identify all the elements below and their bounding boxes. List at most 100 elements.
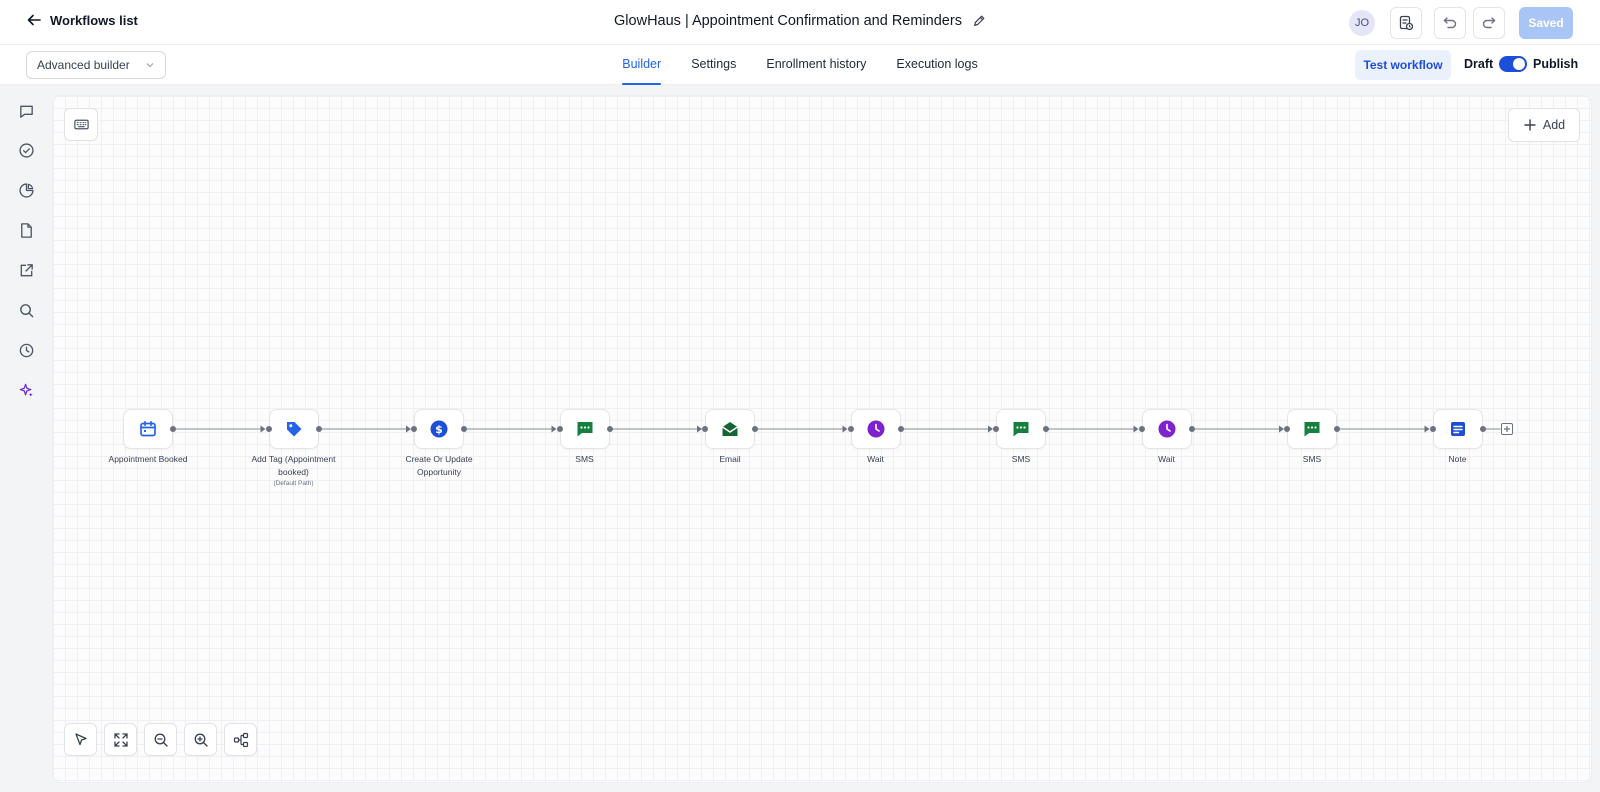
sms-icon [575,419,595,439]
external-link-icon[interactable] [16,260,36,280]
user-avatar[interactable]: JO [1349,10,1375,36]
node-input-handle[interactable] [847,426,854,432]
fit-view-icon [113,732,128,747]
zoom-in-icon [194,733,208,747]
zoom-in-button[interactable] [184,723,217,756]
note-icon [1448,419,1468,439]
node-output-handle[interactable] [461,426,467,432]
select-pointer-icon [74,732,87,745]
draft-label: Draft [1464,57,1494,71]
undo-icon [1443,17,1457,29]
version-history-button[interactable] [1390,7,1422,39]
publish-toggle[interactable] [1499,56,1527,72]
top-header: Workflows list GlowHaus | Appointment Co… [0,0,1600,45]
node-input-handle[interactable] [702,426,708,432]
add-step-icon[interactable] [1500,423,1513,435]
sms-icon [1302,419,1322,439]
workflow-node[interactable] [850,409,901,449]
workflow-node-label: Appointment Booked [93,453,203,466]
toggle-knob [1513,58,1525,70]
zoom-out-button[interactable] [144,723,177,756]
publish-label: Publish [1533,57,1579,71]
workflow-node[interactable]: $ [414,409,464,449]
clock-icon [1157,419,1177,439]
zoom-out-icon [154,733,168,747]
document-history-icon [1399,15,1414,31]
workflow-node-label: Create Or Update Opportunity [384,453,494,479]
tab-execution-logs[interactable]: Execution logs [896,45,977,85]
node-label-text: Wait [867,454,884,464]
saved-button[interactable]: Saved [1519,7,1573,39]
node-label-text: Note [1448,454,1467,464]
node-label-text: SMS [1011,454,1031,464]
node-output-handle[interactable] [606,426,613,432]
check-circle-icon[interactable] [16,140,36,160]
email-icon [720,419,740,439]
node-output-handle[interactable] [1334,426,1340,432]
workflow-canvas[interactable]: Add Appointment Booked Add Tag (Appointme… [53,96,1591,782]
workflow-node[interactable] [996,409,1046,449]
chat-icon[interactable] [16,101,36,121]
workflow-node-label: Add Tag (Appointment booked) (Default Pat… [239,453,349,489]
workflow-node[interactable] [1432,409,1483,449]
search-icon[interactable] [16,300,36,320]
node-output-handle[interactable] [752,426,758,432]
workflow-node[interactable] [1141,409,1192,449]
node-input-handle[interactable] [1138,426,1145,432]
node-output-handle[interactable] [315,426,322,432]
redo-icon [1482,17,1496,29]
connector-arrow [1133,425,1139,433]
node-output-handle[interactable] [897,426,904,432]
left-sidebar [0,86,52,792]
workflow-node[interactable] [559,409,610,449]
tab-settings[interactable]: Settings [691,45,736,85]
workflow-node[interactable] [268,409,319,449]
connector-arrow [842,425,848,433]
node-label-text: SMS [1302,454,1322,464]
history-icon[interactable] [16,340,36,360]
workflow-node-label: Wait [1112,453,1222,466]
document-icon[interactable] [16,220,36,240]
tab-builder[interactable]: Builder [622,45,661,85]
node-sublabel: (Default Path) [273,480,314,487]
node-output-handle[interactable] [170,426,176,432]
fit-view-button[interactable] [104,723,137,756]
node-input-handle[interactable] [1429,426,1436,432]
tag-icon [284,419,304,439]
workflow-node-label: Wait [821,453,931,466]
workflow-node[interactable] [123,409,173,449]
connector-arrow [1424,425,1430,433]
test-workflow-button[interactable]: Test workflow [1355,50,1451,80]
node-label-text: Email [719,454,741,464]
connector-arrow [551,425,557,433]
connector-arrow [260,425,266,433]
tab-enrollment-history[interactable]: Enrollment history [766,45,866,85]
workflow-node[interactable] [1287,409,1337,449]
node-output-handle[interactable] [1479,426,1486,432]
redo-button[interactable] [1473,7,1505,39]
node-input-handle[interactable] [1284,426,1290,432]
auto-layout-button[interactable] [224,723,257,756]
node-input-handle[interactable] [556,426,563,432]
node-label-text: SMS [575,454,594,464]
select-pointer-tool[interactable] [64,723,97,756]
workflow-node-label: SMS [966,453,1076,466]
workflow-title: GlowHaus | Appointment Confirmation and … [614,13,962,29]
node-output-handle[interactable] [1188,426,1195,432]
dollar-icon: $ [429,419,449,439]
node-input-handle[interactable] [265,426,272,432]
undo-button[interactable] [1434,7,1466,39]
pie-chart-icon[interactable] [16,180,36,200]
pencil-edit-icon[interactable] [972,14,986,28]
builder-toolbar: Advanced builder Builder Settings Enroll… [0,45,1600,85]
node-label-text: Create Or Update Opportunity [405,454,473,477]
ai-sparkle-icon[interactable] [16,380,36,400]
workflow-node[interactable] [705,409,755,449]
node-output-handle[interactable] [1043,426,1049,432]
workflow-node-label: Note [1403,453,1513,466]
node-input-handle[interactable] [411,426,417,432]
node-input-handle[interactable] [993,426,999,432]
svg-text:$: $ [435,423,443,436]
node-label-text: Appointment Booked [108,454,188,464]
node-label-text: Add Tag (Appointment booked) [251,454,336,477]
